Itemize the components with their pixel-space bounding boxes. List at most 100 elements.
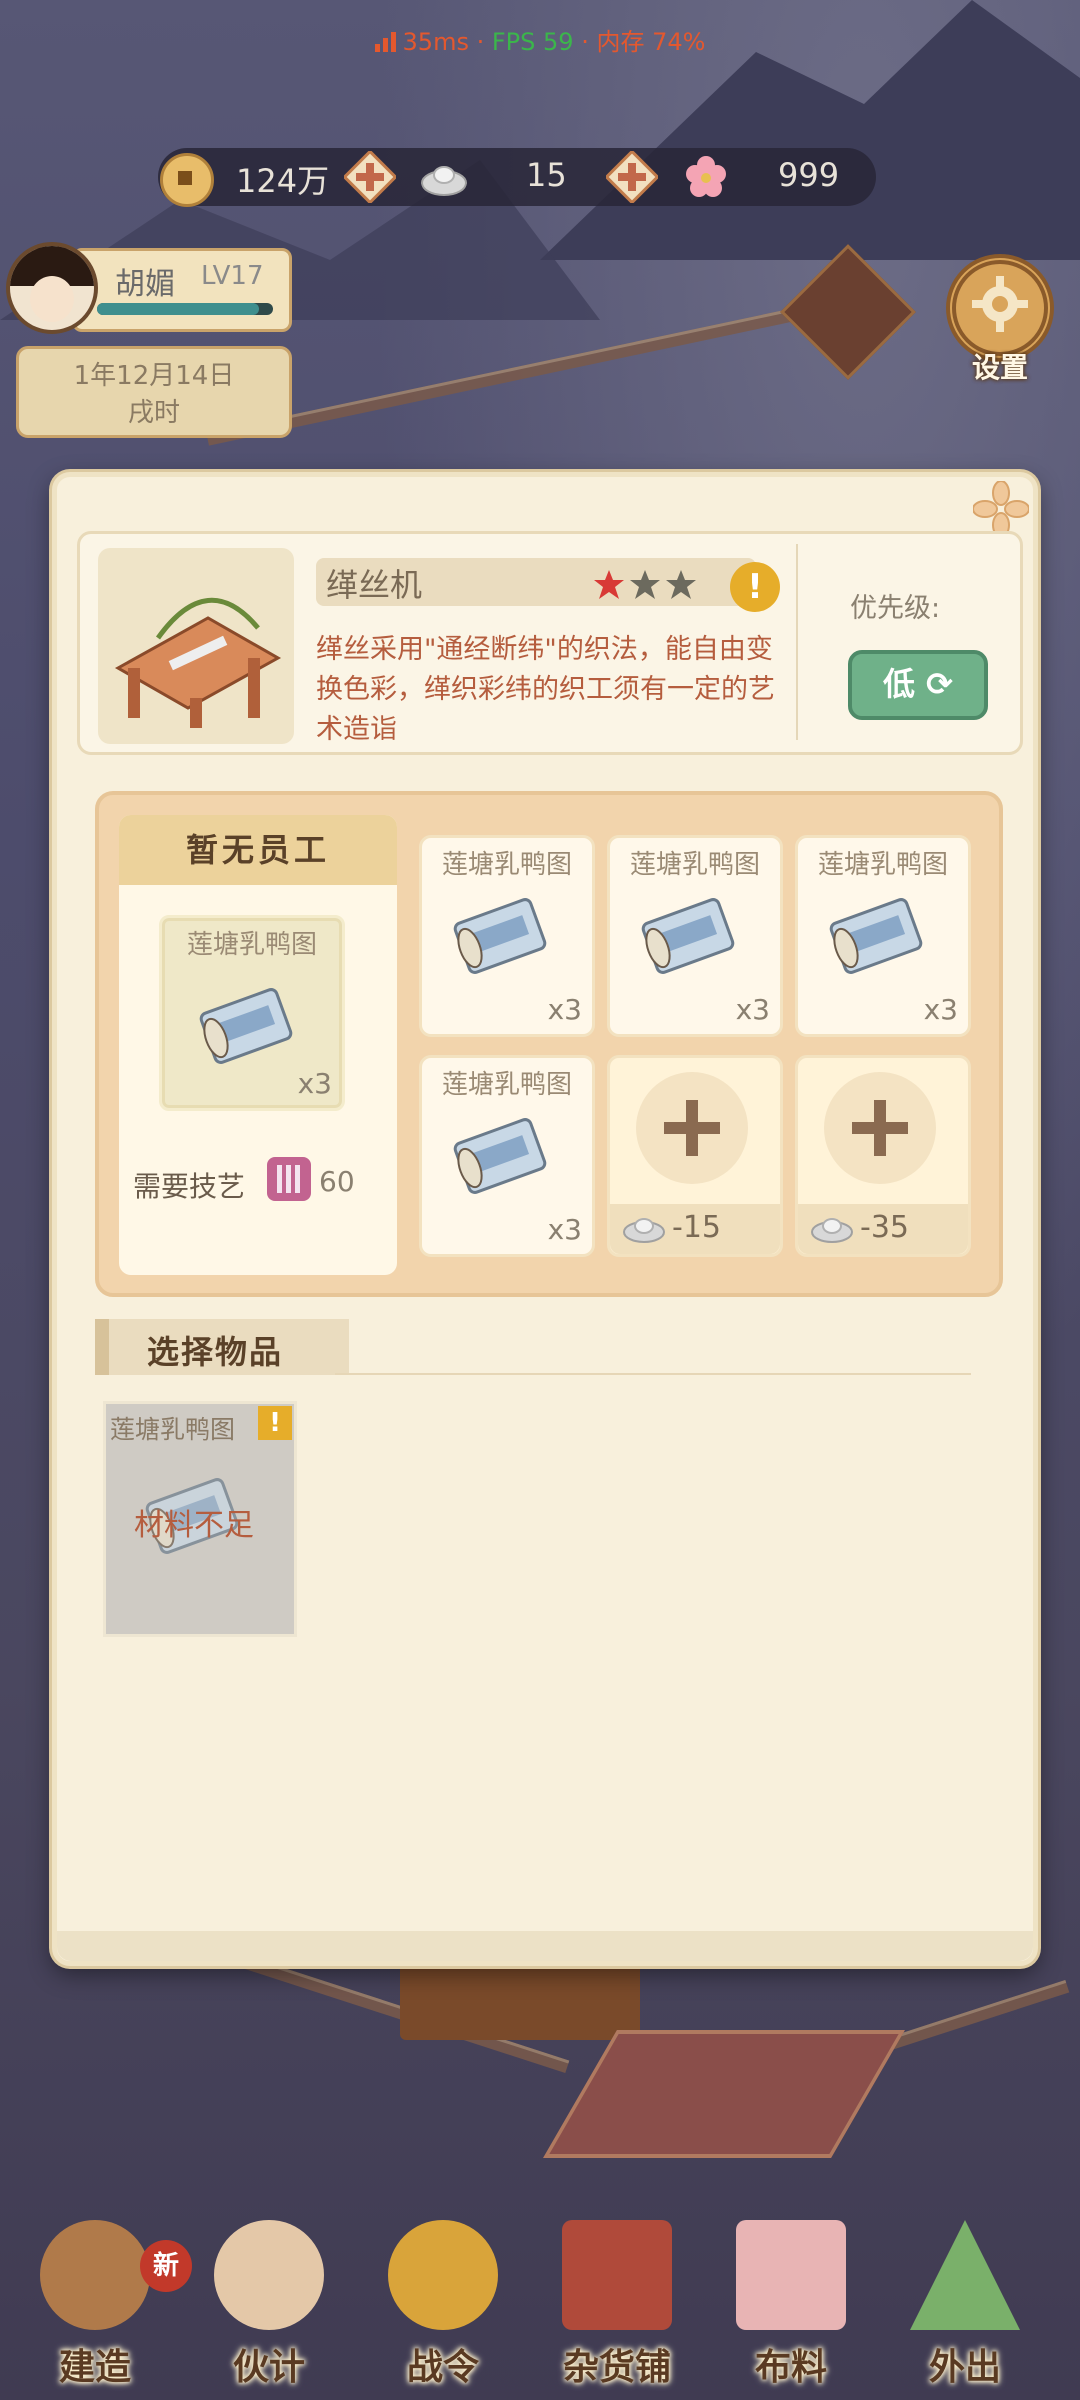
star-filled-icon	[594, 570, 624, 599]
build-icon	[40, 2220, 150, 2330]
player-name: 胡媚	[115, 267, 175, 302]
flower-icon	[686, 156, 726, 197]
silver-ingot-icon	[623, 1218, 665, 1243]
settings-label: 设置	[971, 351, 1028, 384]
nav-label: 伙计	[232, 2347, 305, 2388]
silver-value: 15	[526, 156, 567, 194]
insufficient-materials-label: 材料不足	[134, 1508, 254, 1543]
nav-label: 杂货铺	[562, 2347, 671, 2388]
nav-fabric[interactable]: 布料	[706, 2200, 876, 2400]
loom-icon	[114, 598, 282, 728]
nav-outing[interactable]: 外出	[880, 2200, 1050, 2400]
xp-bar	[97, 303, 273, 315]
priority-toggle-button[interactable]: 低 ⟳	[848, 650, 988, 720]
fabric-book-icon	[736, 2220, 846, 2330]
staff-header: 暂无员工	[119, 815, 397, 885]
queue-slot-title: 莲塘乳鸭图	[629, 850, 760, 880]
select-items-label: 选择物品	[147, 1333, 284, 1371]
bottom-nav: 新 建造 伙计 战令 杂货铺 布料 外出	[0, 2190, 1080, 2400]
unlock-cost-value: -15	[672, 1210, 721, 1245]
flowers-value: 999	[778, 156, 840, 194]
nav-staff[interactable]: 伙计	[184, 2200, 354, 2400]
skill-icon	[267, 1157, 311, 1201]
scroll-painting-icon	[641, 898, 735, 974]
loom-image	[98, 548, 294, 744]
machine-panel: 缂丝机 ! 缂丝采用"通经断纬"的织法，能自由变换色彩，缂织彩纬的织工须有一定的…	[52, 472, 1038, 1966]
priority-value: 低	[883, 665, 916, 703]
product-count: x3	[297, 1067, 332, 1100]
unlock-cost: -35	[798, 1204, 968, 1254]
npc-avatar-icon[interactable]	[780, 244, 916, 380]
player-avatar[interactable]	[6, 242, 98, 334]
nav-label: 战令	[406, 2347, 479, 2388]
queue-slot[interactable]: 莲塘乳鸭图 x3	[795, 835, 971, 1037]
machine-stars	[592, 568, 700, 602]
status-bar: 35ms · FPS 59 · 内存 74%	[0, 22, 1080, 57]
unlock-cost: -15	[610, 1204, 780, 1254]
panel-footer	[57, 1931, 1033, 1961]
xp-fill	[97, 303, 259, 315]
rug-decoration	[543, 2030, 905, 2158]
staff-card: 暂无员工 莲塘乳鸭图 x3 需要技艺 60	[119, 815, 397, 1275]
divider	[335, 1373, 971, 1375]
skill-value: 60	[319, 1165, 355, 1198]
machine-name: 缂丝机	[326, 566, 423, 604]
unlock-slot-button[interactable]: -15	[607, 1055, 783, 1257]
nav-battlepass[interactable]: 战令	[358, 2200, 528, 2400]
info-warning-icon[interactable]: !	[730, 562, 780, 612]
fps-text: FPS 59	[491, 28, 574, 56]
unlock-cost-value: -35	[860, 1210, 909, 1245]
select-items-header: 选择物品	[95, 1319, 971, 1375]
signal-icon	[374, 32, 396, 52]
queue-slot-count: x3	[923, 993, 958, 1026]
player-card[interactable]: 胡媚 LV17	[0, 242, 292, 334]
player-level: LV17	[201, 261, 264, 291]
plus-icon	[824, 1072, 936, 1184]
staff-icon	[214, 2220, 324, 2330]
queue-slot-title: 莲塘乳鸭图	[441, 850, 572, 880]
refresh-icon: ⟳	[926, 665, 953, 703]
plus-icon	[636, 1072, 748, 1184]
date-card: 1年12月14日 戌时	[16, 346, 292, 438]
divider	[796, 544, 798, 740]
scroll-painting-icon	[199, 988, 293, 1064]
nav-label: 建造	[58, 2347, 131, 2388]
add-silver-button[interactable]	[606, 151, 658, 203]
scroll-painting-icon	[453, 898, 547, 974]
queue-slot[interactable]: 莲塘乳鸭图 x3	[419, 1055, 595, 1257]
queue-slot-count: x3	[735, 993, 770, 1026]
queue-slot-title: 莲塘乳鸭图	[441, 1070, 572, 1100]
silver-ingot-icon	[811, 1218, 853, 1243]
copper-coin-icon	[160, 153, 214, 207]
player-namecard: 胡媚 LV17	[72, 248, 292, 332]
silver-ingot-icon	[421, 166, 467, 196]
separator: ·	[581, 28, 589, 56]
unlock-slot-button[interactable]: -35	[795, 1055, 971, 1257]
machine-info-card: 缂丝机 ! 缂丝采用"通经断纬"的织法，能自由变换色彩，缂织彩纬的织工须有一定的…	[77, 531, 1023, 755]
mountain-icon	[910, 2220, 1020, 2330]
close-icon[interactable]	[973, 481, 1029, 537]
production-section: 暂无员工 莲塘乳鸭图 x3 需要技艺 60 莲塘乳鸭图 x3 莲塘乳鸭图 x3 …	[95, 791, 1003, 1297]
skill-requirement-label: 需要技艺	[133, 1170, 246, 1203]
separator: ·	[476, 28, 485, 56]
nav-build[interactable]: 新 建造	[10, 2200, 192, 2400]
settings-button[interactable]: 设置	[940, 254, 1060, 384]
date-time: 戌时	[127, 398, 180, 428]
nav-shop[interactable]: 杂货铺	[532, 2200, 702, 2400]
current-product-slot[interactable]: 莲塘乳鸭图 x3	[159, 915, 345, 1111]
priority-label: 优先级:	[850, 593, 941, 624]
battlepass-icon	[388, 2220, 498, 2330]
nav-label: 布料	[754, 2347, 827, 2388]
product-title: 莲塘乳鸭图	[186, 930, 317, 960]
date-day: 1年12月14日	[73, 361, 235, 391]
scroll-painting-icon	[453, 1118, 547, 1194]
star-empty-icon	[630, 570, 660, 599]
warning-icon: !	[258, 1406, 292, 1440]
selectable-item[interactable]: 莲塘乳鸭图 ! 材料不足	[103, 1401, 297, 1637]
queue-slot[interactable]: 莲塘乳鸭图 x3	[607, 835, 783, 1037]
queue-slot[interactable]: 莲塘乳鸭图 x3	[419, 835, 595, 1037]
machine-description: 缂丝采用"通经断纬"的织法，能自由变换色彩，缂织彩纬的织工须有一定的艺术造诣	[316, 634, 775, 745]
table-decoration	[400, 1960, 640, 2040]
currency-bar: 124万 15 999	[158, 148, 876, 207]
add-coins-button[interactable]	[344, 151, 396, 203]
